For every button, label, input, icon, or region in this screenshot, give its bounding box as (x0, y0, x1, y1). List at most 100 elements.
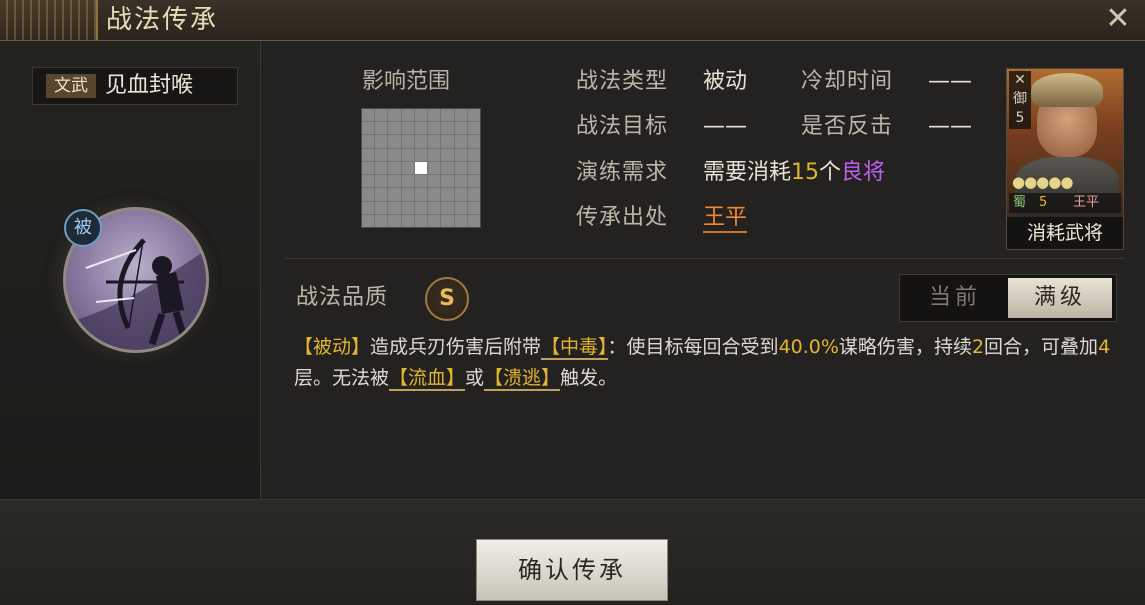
source-general-link: 王平 (703, 205, 748, 233)
general-card[interactable]: ✕ 御 5 ●●●●● 蜀 5 王平 消耗武将 (1006, 68, 1124, 250)
level-toggle: 当前 满级 (899, 274, 1117, 322)
range-cell (428, 214, 441, 227)
confirm-inherit-button[interactable]: 确认传承 (476, 539, 668, 601)
range-cell (441, 175, 454, 188)
cooldown-label: 冷却时间 (801, 69, 894, 94)
type-label: 战法类型 (576, 69, 669, 94)
requirement-label: 演练需求 (576, 160, 669, 185)
range-cell (388, 109, 401, 122)
range-cell (388, 175, 401, 188)
divider (285, 258, 1125, 259)
faction: 蜀 (1013, 195, 1027, 210)
range-cell (375, 188, 388, 201)
max-level-button[interactable]: 满级 (1008, 278, 1112, 318)
range-cell (454, 188, 467, 201)
range-cell (454, 135, 467, 148)
skill-name: 见血封喉 (105, 73, 194, 98)
range-cell (401, 175, 414, 188)
range-cell (454, 148, 467, 161)
range-cell (388, 201, 401, 214)
target-value: —— (703, 114, 747, 139)
range-cell (467, 148, 480, 161)
general-name: 王平 (1073, 195, 1100, 210)
range-cell (401, 161, 414, 175)
type-value: 被动 (703, 69, 748, 94)
requirement-value: 需要消耗15个良将 (703, 160, 886, 185)
range-cell (428, 148, 441, 161)
range-cell (401, 109, 414, 122)
range-cell (441, 122, 454, 135)
range-cell (441, 148, 454, 161)
range-cell (454, 109, 467, 122)
range-cell (467, 135, 480, 148)
range-cell (467, 122, 480, 135)
range-cell (428, 122, 441, 135)
range-cell (375, 161, 388, 175)
range-cell (441, 201, 454, 214)
range-cell (467, 201, 480, 214)
range-cell (388, 188, 401, 201)
range-cell (454, 122, 467, 135)
close-icon[interactable]: ✕ (1101, 2, 1135, 36)
range-cell (467, 109, 480, 122)
range-cell (428, 175, 441, 188)
range-cell (401, 201, 414, 214)
range-cell (414, 122, 428, 135)
range-label: 影响范围 (362, 69, 451, 94)
range-cell (362, 214, 375, 227)
range-cell-active (414, 161, 428, 175)
range-cell (414, 201, 428, 214)
range-cell (428, 188, 441, 201)
skill-category-tag: 文武 (46, 74, 96, 98)
range-cell (388, 148, 401, 161)
range-cell (467, 161, 480, 175)
range-cell (362, 201, 375, 214)
range-cell (375, 201, 388, 214)
unit-type-badge: ✕ 御 5 (1009, 71, 1031, 129)
range-cell (401, 214, 414, 227)
keyword-bleed: 【流血】 (389, 367, 466, 391)
counter-label: 是否反击 (801, 114, 894, 139)
range-cell (441, 109, 454, 122)
source-label: 传承出处 (576, 205, 669, 230)
range-cell (362, 188, 375, 201)
passive-badge: 被 (64, 209, 102, 247)
range-cell (467, 214, 480, 227)
range-cell (428, 109, 441, 122)
keyword-poison: 【中毒】 (541, 336, 608, 360)
skill-name-box: 文武 见血封喉 (32, 67, 238, 105)
range-cell (401, 148, 414, 161)
range-cell (362, 175, 375, 188)
cooldown-value: —— (928, 69, 972, 94)
general-info-strip: 蜀 5 王平 (1009, 193, 1121, 213)
range-cell (375, 175, 388, 188)
range-cell (428, 135, 441, 148)
range-cell (375, 148, 388, 161)
range-cell (441, 214, 454, 227)
range-cell (362, 135, 375, 148)
title-bar: 战法传承 ✕ (0, 0, 1145, 41)
quality-grade-badge: S (425, 277, 469, 321)
rarity-text: 良将 (841, 160, 886, 185)
range-cell (401, 188, 414, 201)
range-cell (375, 122, 388, 135)
range-grid (361, 108, 481, 228)
range-cell (388, 122, 401, 135)
current-level-button[interactable]: 当前 (903, 278, 1007, 318)
window-title: 战法传承 (106, 5, 219, 35)
range-cell (467, 175, 480, 188)
range-cell (401, 122, 414, 135)
range-cell (428, 161, 441, 175)
range-cell (414, 109, 428, 122)
range-cell (454, 201, 467, 214)
range-cell (375, 109, 388, 122)
range-cell (401, 135, 414, 148)
star-rating: ●●●●● (1012, 173, 1073, 191)
fret-ornament (0, 0, 98, 40)
range-cell (441, 135, 454, 148)
range-cell (467, 188, 480, 201)
range-cell (454, 214, 467, 227)
keyword-rout: 【溃逃】 (484, 367, 561, 391)
range-cell (388, 161, 401, 175)
range-cell (414, 148, 428, 161)
